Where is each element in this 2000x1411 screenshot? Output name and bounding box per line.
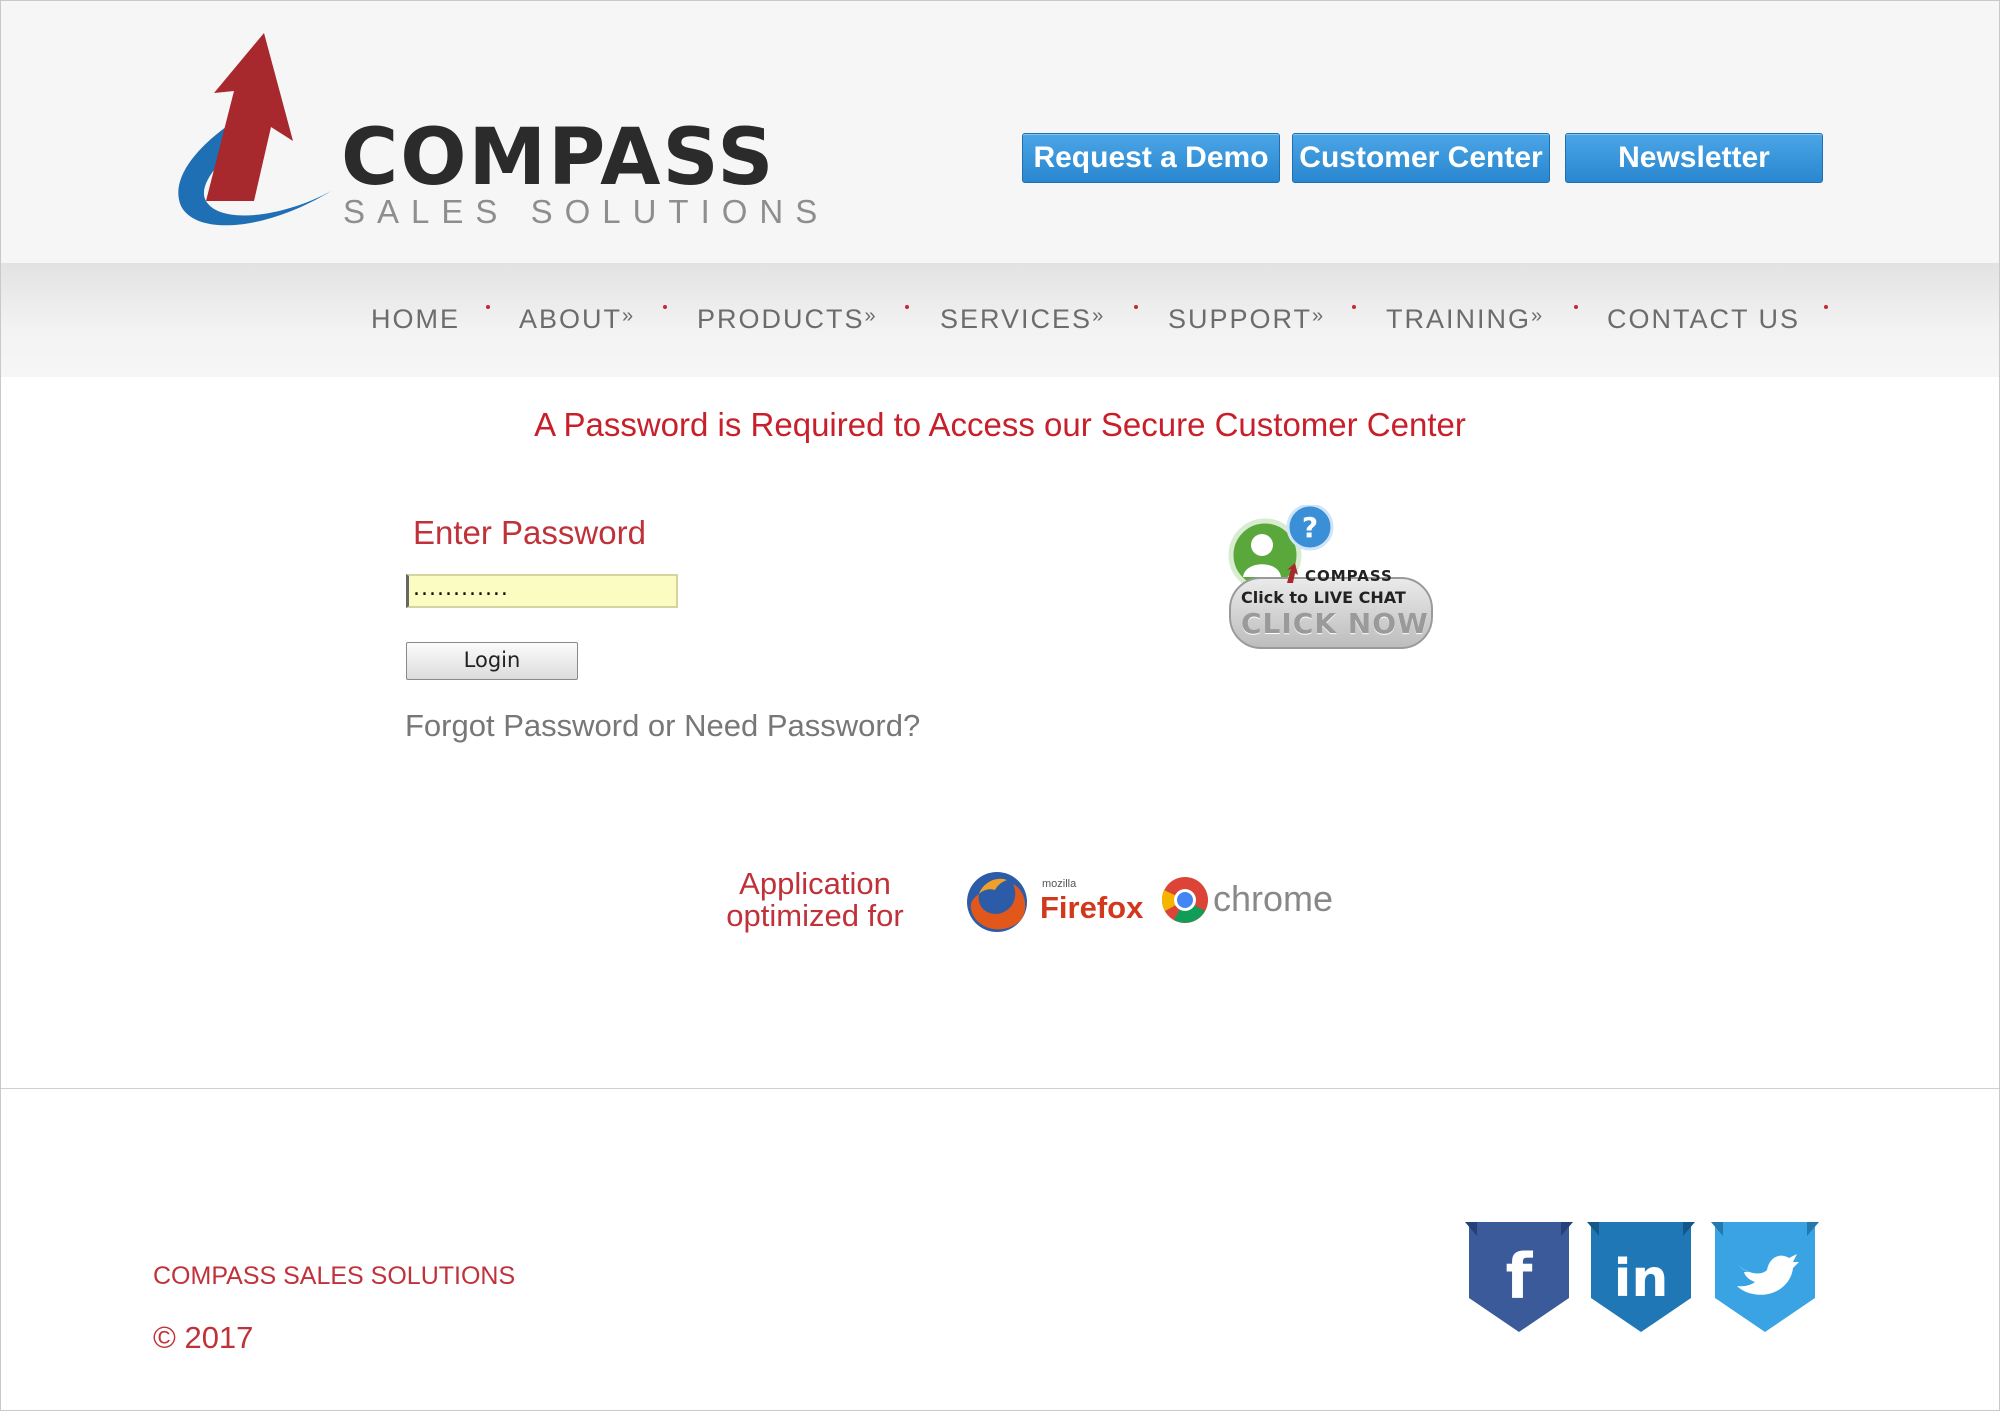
- nav-label: TRAINING: [1386, 304, 1532, 334]
- nav-label: SERVICES: [940, 304, 1093, 334]
- logo-tagline: SALES SOLUTIONS: [343, 193, 830, 230]
- request-demo-button[interactable]: Request a Demo: [1022, 133, 1280, 183]
- footer-copyright: © 2017: [153, 1320, 254, 1355]
- nav-label: SUPPORT: [1168, 304, 1313, 334]
- main-nav: HOME ABOUT» PRODUCTS» SERVICES» SUPPORT»…: [1, 263, 1999, 377]
- footer-company-name: COMPASS SALES SOLUTIONS: [153, 1262, 516, 1290]
- nav-separator: [663, 305, 667, 309]
- nav-separator: [1134, 305, 1138, 309]
- chat-brand: COMPASS: [1305, 567, 1393, 585]
- compass-arrow-logo-icon: [178, 33, 331, 226]
- submenu-indicator: »: [1531, 305, 1543, 327]
- chat-cta-line1: Click to LIVE CHAT: [1241, 588, 1406, 607]
- nav-separator: [1574, 305, 1578, 309]
- nav-separator: [486, 305, 490, 309]
- nav-item-contact-us[interactable]: CONTACT US: [1607, 304, 1800, 335]
- chrome-icon: [1161, 877, 1208, 923]
- facebook-icon[interactable]: f: [1463, 1218, 1575, 1338]
- submenu-indicator: »: [1092, 305, 1104, 327]
- nav-item-services[interactable]: SERVICES»: [940, 304, 1103, 335]
- password-required-notice: A Password is Required to Access our Sec…: [534, 406, 1466, 443]
- nav-item-training[interactable]: TRAINING»: [1386, 304, 1542, 335]
- nav-separator: [1352, 305, 1356, 309]
- firefox-wordmark: Firefox: [1040, 890, 1144, 925]
- submenu-indicator: »: [1312, 305, 1324, 327]
- nav-label: CONTACT US: [1607, 304, 1801, 334]
- live-chat-button[interactable]: ? COMPASS Click to LIVE CHAT CLICK NOW: [1225, 505, 1440, 655]
- firefox-mozilla-text: mozilla: [1042, 878, 1077, 890]
- customer-center-button[interactable]: Customer Center: [1292, 133, 1550, 183]
- submenu-indicator: »: [622, 305, 634, 327]
- nav-item-about[interactable]: ABOUT»: [519, 304, 633, 335]
- newsletter-button[interactable]: Newsletter: [1565, 133, 1823, 183]
- svg-text:?: ?: [1302, 511, 1318, 544]
- svg-text:in: in: [1614, 1249, 1669, 1309]
- browser-optimized-text: Application optimized for: [700, 868, 930, 932]
- nav-item-support[interactable]: SUPPORT»: [1168, 304, 1323, 335]
- login-button[interactable]: Login: [406, 642, 578, 680]
- compass-arrow-mini-icon: [1287, 563, 1298, 583]
- twitter-icon[interactable]: [1709, 1218, 1821, 1338]
- submenu-indicator: »: [864, 305, 876, 327]
- nav-label: PRODUCTS: [697, 304, 865, 334]
- password-label: Enter Password: [413, 514, 646, 551]
- chrome-wordmark: chrome: [1213, 878, 1334, 919]
- site-header: COMPASS SALES SOLUTIONS Request a Demo C…: [1, 1, 1999, 263]
- nav-item-products[interactable]: PRODUCTS»: [697, 304, 876, 335]
- linkedin-icon[interactable]: in: [1585, 1218, 1697, 1338]
- nav-separator: [1824, 305, 1828, 309]
- nav-item-home[interactable]: HOME: [371, 304, 460, 335]
- optimized-line2: optimized for: [726, 898, 904, 933]
- logo-wordmark: COMPASS: [341, 113, 776, 203]
- svg-text:f: f: [1506, 1240, 1534, 1313]
- nav-label: ABOUT: [519, 304, 623, 334]
- firefox-icon: [967, 872, 1027, 932]
- compass-logo[interactable]: COMPASS SALES SOLUTIONS: [146, 31, 817, 241]
- footer-divider: [1, 1088, 1999, 1089]
- nav-separator: [905, 305, 909, 309]
- chat-cta-line2: CLICK NOW: [1241, 607, 1429, 640]
- password-input[interactable]: ............: [406, 574, 678, 608]
- nav-label: HOME: [371, 304, 460, 334]
- optimized-line1: Application: [739, 866, 891, 901]
- forgot-password-link[interactable]: Forgot Password or Need Password?: [405, 708, 920, 744]
